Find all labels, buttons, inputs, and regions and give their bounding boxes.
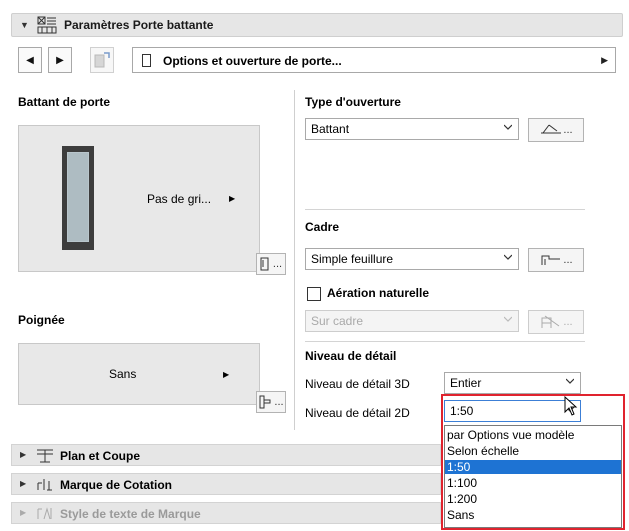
panel-header[interactable]: ▼ Paramètres Porte battante (11, 13, 623, 37)
column-divider (294, 90, 295, 430)
detail-2d-value: 1:50 (450, 404, 474, 418)
dropdown-option[interactable]: Selon échelle (445, 444, 621, 458)
poignee-preview-label: Sans (109, 367, 137, 381)
collapse-triangle-icon[interactable]: ▼ (20, 20, 29, 30)
more-dots: ... (563, 316, 573, 328)
caret-right-icon: ▶ (229, 194, 236, 203)
more-dots: ... (563, 124, 573, 136)
poignee-preview[interactable]: Sans ▶ (18, 343, 260, 405)
aeration-select[interactable]: Sur cadre (305, 310, 519, 332)
divider (305, 209, 585, 210)
aeration-checkbox[interactable] (307, 287, 321, 301)
detail-3d-value: Entier (450, 376, 482, 390)
battant-settings-button[interactable]: ... (256, 253, 286, 275)
more-dots: ... (563, 254, 573, 266)
frame-heading: Cadre (305, 220, 340, 234)
detail-2d-select[interactable]: 1:50 (444, 400, 581, 422)
detail-3d-select[interactable]: Entier (444, 372, 581, 394)
battant-preview[interactable]: Pas de gri... ▶ (18, 125, 260, 272)
dimension-marker-icon (37, 479, 52, 491)
door-handle-icon (259, 395, 271, 409)
section-style-texte[interactable]: ▶ Style de texte de Marque (11, 502, 441, 524)
battant-heading: Battant de porte (18, 95, 111, 109)
section-label: Marque de Cotation (60, 478, 173, 492)
opening-type-select[interactable]: Battant (305, 118, 519, 140)
page-selector[interactable]: Options et ouverture de porte... ▶ (132, 47, 616, 73)
dropdown-option-selected[interactable]: 1:50 (445, 460, 621, 474)
door-panel-icon (260, 257, 269, 271)
arrow-right-icon: ▶ (56, 54, 64, 66)
frame-select[interactable]: Simple feuillure (305, 248, 519, 270)
section-plan-coupe[interactable]: ▶ Plan et Coupe (11, 444, 441, 466)
dropdown-option[interactable]: 1:200 (445, 492, 621, 506)
detail-heading: Niveau de détail (305, 349, 397, 363)
frame-settings-button[interactable]: ... (528, 248, 584, 272)
ventilation-icon (541, 315, 560, 328)
more-dots: ... (272, 258, 283, 270)
panel-title: Paramètres Porte battante (64, 18, 214, 32)
aeration-settings-button[interactable]: ... (528, 310, 584, 334)
page-navigation-bar: ◀ ▶ Options et ouverture de porte... ▶ (18, 47, 616, 73)
aeration-label: Aération naturelle (327, 286, 430, 300)
page-icon (142, 54, 151, 67)
chevron-down-icon (504, 124, 512, 130)
expand-triangle-icon: ▶ (20, 508, 27, 517)
battant-preview-label: Pas de gri... (147, 192, 212, 206)
aeration-value: Sur cadre (311, 314, 364, 328)
arrow-left-icon: ◀ (26, 54, 34, 66)
page-selector-label: Options et ouverture de porte... (163, 54, 342, 68)
section-marque-cotation[interactable]: ▶ Marque de Cotation (11, 473, 441, 495)
frame-profile-icon (541, 255, 561, 265)
caret-right-icon: ▶ (601, 55, 608, 65)
detail-3d-label: Niveau de détail 3D (305, 377, 410, 391)
section-label: Plan et Coupe (60, 449, 141, 463)
frame-value: Simple feuillure (311, 252, 394, 266)
door-leaf-icon (62, 146, 94, 250)
text-style-icon (37, 507, 52, 520)
opening-settings-button[interactable]: ... (528, 118, 584, 142)
section-label: Style de texte de Marque (60, 507, 201, 521)
mouse-cursor-icon (564, 396, 578, 416)
dropdown-option[interactable]: 1:100 (445, 476, 621, 490)
chevron-down-icon (504, 316, 512, 322)
expand-triangle-icon: ▶ (20, 479, 27, 488)
opening-heading: Type d'ouverture (305, 95, 401, 109)
divider (305, 341, 585, 342)
next-page-button[interactable]: ▶ (48, 47, 72, 73)
tree-view-button[interactable] (90, 47, 114, 73)
chevron-down-icon (504, 254, 512, 260)
page-tree-icon (94, 52, 110, 68)
opening-type-value: Battant (311, 122, 350, 136)
dropdown-option[interactable]: Sans (445, 508, 621, 522)
opening-swing-icon (541, 124, 562, 134)
detail-2d-dropdown-list: par Options vue modèle Selon échelle 1:5… (444, 425, 622, 528)
caret-right-icon: ▶ (223, 370, 230, 379)
more-dots: ... (274, 396, 284, 408)
plan-section-icon (37, 449, 53, 463)
detail-2d-label: Niveau de détail 2D (305, 406, 410, 420)
expand-triangle-icon: ▶ (20, 450, 27, 459)
poignee-settings-button[interactable]: ... (256, 391, 286, 413)
poignee-heading: Poignée (18, 313, 65, 327)
previous-page-button[interactable]: ◀ (18, 47, 42, 73)
chevron-down-icon (566, 378, 574, 384)
door-settings-icon (37, 16, 57, 34)
dropdown-option[interactable]: par Options vue modèle (445, 428, 621, 442)
